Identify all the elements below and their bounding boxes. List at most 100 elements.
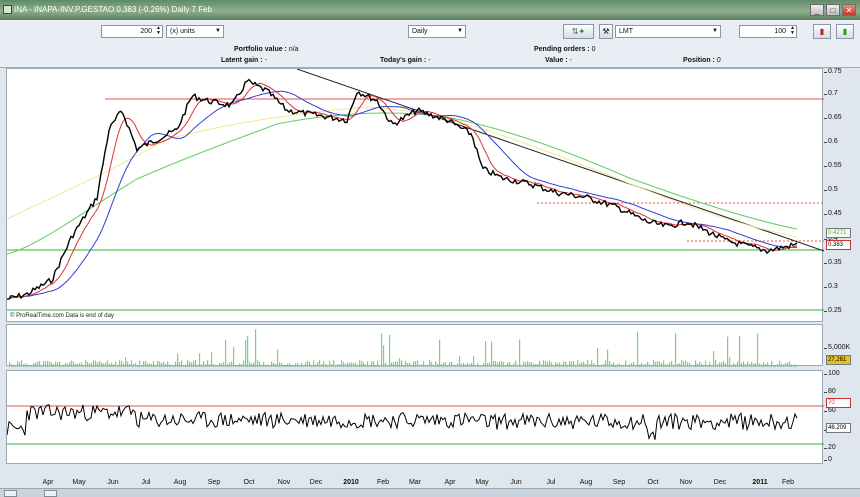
volume-bar <box>711 365 713 367</box>
volume-bar <box>461 363 463 367</box>
portfolio-value-label: Portfolio value : <box>234 46 287 53</box>
volume-bar <box>181 360 183 367</box>
price-tick: 0.65 <box>824 114 842 121</box>
price-chart-pane[interactable] <box>6 68 824 322</box>
volume-bar <box>221 363 223 367</box>
volume-bar <box>481 365 483 367</box>
volume-bar <box>133 363 135 367</box>
order-qty-stepper[interactable]: 100 ▲ ▼ <box>739 25 797 38</box>
date-axis-label: Apr <box>42 479 54 486</box>
volume-bar <box>709 362 711 367</box>
volume-bar <box>451 362 453 367</box>
order-type-select[interactable]: LMT ▼ <box>615 25 721 38</box>
volume-bar <box>565 361 567 367</box>
volume-bar <box>271 361 273 367</box>
volume-bar <box>555 362 557 367</box>
volume-bar <box>475 364 477 367</box>
ma-long-line <box>7 112 798 255</box>
volume-bar <box>423 361 425 367</box>
volume-bar <box>785 362 787 367</box>
app-icon <box>3 5 12 14</box>
volume-bar <box>441 363 443 367</box>
volume-bar <box>743 361 745 367</box>
volume-bar <box>51 362 53 367</box>
buy-button[interactable]: ▮ <box>813 24 831 39</box>
volume-bar <box>665 364 667 367</box>
zoom-button[interactable] <box>44 490 57 497</box>
volume-bar <box>333 360 335 367</box>
close-button[interactable]: ✕ <box>842 4 856 16</box>
sell-button[interactable]: ▮ <box>836 24 854 39</box>
volume-bar <box>645 363 647 367</box>
volume-bar <box>335 365 337 367</box>
units-select[interactable]: (x) units ▼ <box>166 25 224 38</box>
volume-bar <box>259 361 261 367</box>
volume-bar <box>15 364 17 367</box>
volume-bar <box>421 364 423 367</box>
volume-bar <box>373 361 375 367</box>
date-axis: Apr May Jun Jul Aug Sep Oct Nov Dec 2010 Feb Mar Apr… <box>6 476 823 488</box>
volume-bar <box>445 362 447 367</box>
volume-bar <box>111 362 113 367</box>
volume-bar <box>503 361 505 367</box>
volume-bar <box>313 360 315 367</box>
volume-bar <box>607 349 609 367</box>
volume-bar <box>755 362 757 367</box>
volume-bar <box>299 365 301 367</box>
volume-bar <box>793 365 795 367</box>
volume-bar <box>345 363 347 367</box>
chart-scale-button[interactable]: ⇅✦ <box>563 24 594 39</box>
volume-bar <box>137 365 139 367</box>
volume-bar <box>371 361 373 367</box>
wrench-icon: ⚒ <box>602 27 610 36</box>
volume-bar <box>533 364 535 367</box>
volume-bar <box>549 360 551 367</box>
volume-bar <box>33 363 35 367</box>
volume-bar <box>675 333 677 367</box>
minimize-button[interactable]: _ <box>810 4 824 16</box>
rsi-tick: 0 <box>824 456 832 463</box>
volume-bar <box>109 363 111 367</box>
volume-bar <box>319 360 321 367</box>
volume-bar <box>727 336 729 367</box>
volume-bar <box>55 361 57 367</box>
price-tick: 0.35 <box>824 259 842 266</box>
pending-orders-label: Pending orders : <box>534 46 590 53</box>
period-value: Daily <box>412 28 428 35</box>
volume-bar <box>323 361 325 367</box>
volume-bar <box>617 364 619 367</box>
maximize-button[interactable]: □ <box>826 4 840 16</box>
stepper-arrows-icon[interactable]: ▲ ▼ <box>790 26 795 36</box>
period-select[interactable]: Daily ▼ <box>408 25 466 38</box>
volume-bar <box>419 364 421 367</box>
volume-bar <box>309 361 311 367</box>
date-axis-label: Jul <box>141 479 151 486</box>
volume-bar <box>191 362 193 367</box>
volume-bar <box>663 360 665 367</box>
volume-bar <box>633 362 635 367</box>
volume-bar <box>321 364 323 367</box>
stepper-arrows-icon[interactable]: ▲ ▼ <box>156 26 161 36</box>
volume-bar <box>469 364 471 367</box>
volume-bar <box>131 360 133 367</box>
rsi-pane[interactable] <box>6 370 824 464</box>
volume-bar <box>37 361 39 367</box>
volume-bar <box>585 363 587 367</box>
volume-bar <box>59 361 61 367</box>
settings-button[interactable]: ⚒ <box>599 24 613 39</box>
volume-bar <box>597 348 599 367</box>
quantity-stepper[interactable]: 200 ▲ ▼ <box>101 25 163 38</box>
volume-pane[interactable] <box>6 324 823 367</box>
volume-bar <box>149 363 151 367</box>
date-axis-label: Apr <box>444 479 456 486</box>
volume-bar <box>193 360 195 367</box>
volume-bar <box>499 361 501 367</box>
quantity-value: 200 <box>140 28 152 35</box>
pending-orders-value: 0 <box>591 46 596 53</box>
volume-bar <box>719 362 721 367</box>
scroll-left-button[interactable] <box>4 490 17 497</box>
volume-bar <box>407 363 409 367</box>
volume-bar <box>689 362 691 367</box>
volume-bar <box>85 360 87 367</box>
volume-bar <box>375 365 377 367</box>
